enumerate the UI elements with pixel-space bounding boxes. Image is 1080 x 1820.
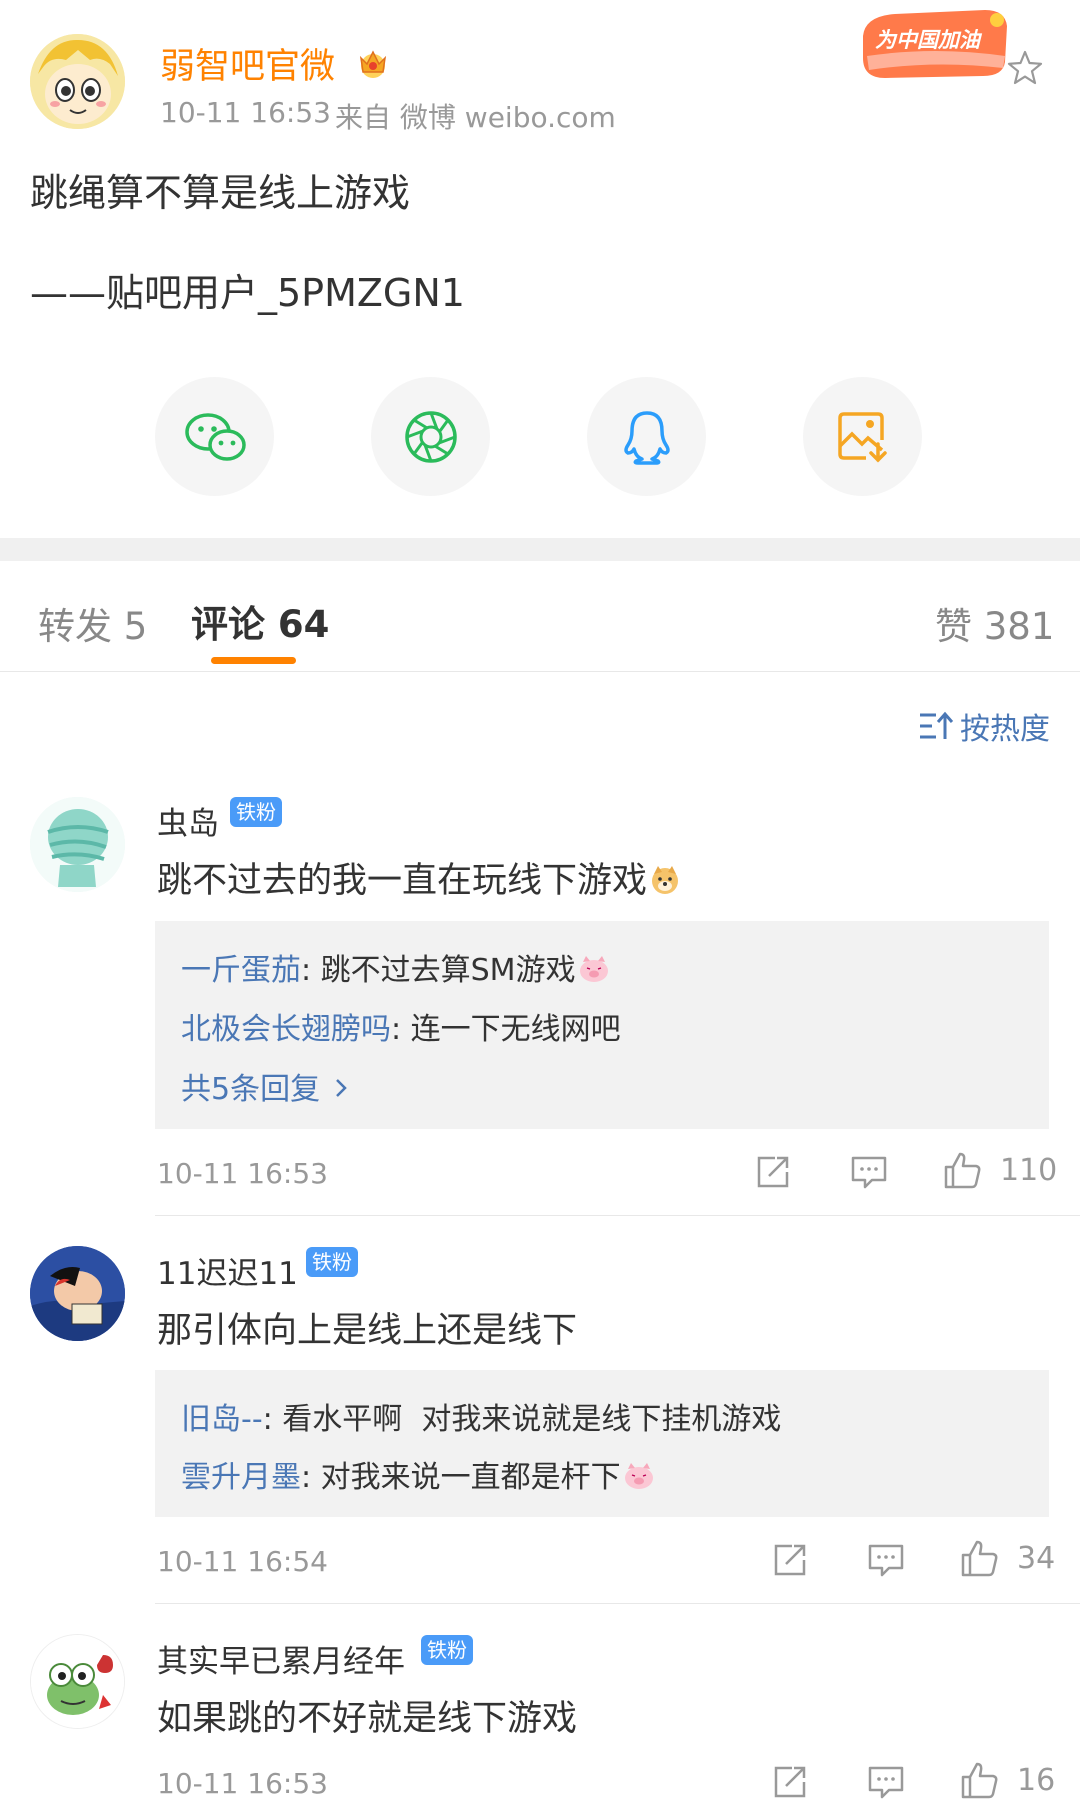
reply-comment-button[interactable] bbox=[867, 1542, 905, 1582]
author-name[interactable]: 弱智吧官微 bbox=[160, 38, 335, 89]
post-text-line1: 跳绳算不算是线上游戏 bbox=[30, 171, 411, 215]
comment-text: 那引体向上是线上还是线下 bbox=[157, 1311, 578, 1351]
cheer-banner[interactable]: 为中国加油 bbox=[855, 6, 1015, 84]
repost-comment-button[interactable] bbox=[772, 1542, 808, 1582]
reply-comment-button[interactable] bbox=[867, 1764, 905, 1804]
like-comment-button[interactable]: 34 bbox=[959, 1538, 1055, 1578]
like-count: 16 bbox=[1017, 1762, 1056, 1798]
comment-divider bbox=[155, 1215, 1080, 1216]
wechat-icon bbox=[184, 412, 246, 461]
doge-emoji-icon bbox=[649, 864, 681, 896]
post-source: 来自 微博 weibo.com bbox=[335, 101, 616, 134]
comment-icon bbox=[868, 1766, 904, 1799]
view-more-replies-link[interactable]: 共5条回复 bbox=[181, 1064, 348, 1108]
post-time: 10-11 16:53 bbox=[160, 96, 331, 129]
comment-text: 如果跳的不好就是线下游戏 bbox=[157, 1699, 578, 1739]
tab-reposts[interactable]: 转发 5 bbox=[38, 596, 147, 650]
moments-icon bbox=[404, 410, 457, 463]
author-avatar[interactable] bbox=[30, 34, 125, 129]
section-separator bbox=[0, 538, 1080, 561]
fan-badge: 铁粉 bbox=[306, 1247, 358, 1277]
vip-crown-icon bbox=[355, 44, 391, 80]
reply-item[interactable]: 雲升月墨: 对我来说一直都是杆下 bbox=[181, 1452, 655, 1496]
favorite-star-icon[interactable] bbox=[1005, 48, 1045, 88]
share-wechat-button[interactable] bbox=[155, 377, 274, 496]
reply-item[interactable]: 北极会长翅膀吗: 连一下无线网吧 bbox=[181, 1004, 621, 1048]
comment-icon bbox=[868, 1544, 904, 1577]
tabs-divider bbox=[0, 671, 1080, 672]
reply-author[interactable]: 旧岛-- bbox=[181, 1402, 263, 1437]
comment-time: 10-11 16:53 bbox=[157, 1157, 328, 1190]
repost-icon bbox=[757, 1156, 789, 1188]
save-image-button[interactable] bbox=[803, 377, 922, 496]
qq-icon bbox=[623, 410, 670, 465]
save-image-icon bbox=[837, 411, 887, 462]
post-text-line2: ——贴吧用户_5PMZGN1 bbox=[30, 271, 465, 315]
reply-item[interactable]: 旧岛--: 看水平啊 对我来说就是线下挂机游戏 bbox=[181, 1394, 781, 1438]
share-moments-button[interactable] bbox=[371, 377, 490, 496]
pig-emoji-icon bbox=[623, 1461, 655, 1491]
sort-button[interactable]: 按热度 bbox=[918, 706, 1050, 747]
reply-author[interactable]: 雲升月墨 bbox=[181, 1460, 301, 1495]
reply-author[interactable]: 北极会长翅膀吗 bbox=[181, 1012, 391, 1047]
thumbs-up-icon bbox=[944, 1152, 981, 1189]
reply-comment-button[interactable] bbox=[850, 1154, 888, 1194]
share-qq-button[interactable] bbox=[587, 377, 706, 496]
comment-time: 10-11 16:53 bbox=[157, 1767, 328, 1800]
repost-comment-button[interactable] bbox=[755, 1154, 791, 1194]
commenter-name[interactable]: 其实早已累月经年 bbox=[157, 1636, 405, 1681]
commenter-avatar[interactable] bbox=[30, 797, 125, 892]
thumbs-up-icon bbox=[961, 1540, 998, 1577]
comment-divider bbox=[155, 1603, 1080, 1604]
repost-icon bbox=[774, 1544, 806, 1576]
tab-likes[interactable]: 赞 381 bbox=[935, 596, 1054, 650]
commenter-avatar[interactable] bbox=[30, 1634, 125, 1729]
reply-item[interactable]: 一斤蛋茄: 跳不过去算SM游戏 bbox=[181, 945, 610, 989]
fan-badge: 铁粉 bbox=[230, 797, 282, 827]
tab-comments[interactable]: 评论 64 bbox=[191, 594, 329, 648]
like-count: 34 bbox=[1017, 1540, 1056, 1576]
like-comment-button[interactable]: 16 bbox=[959, 1760, 1055, 1800]
reply-author[interactable]: 一斤蛋茄 bbox=[181, 953, 301, 988]
chevron-right-icon bbox=[334, 1072, 348, 1107]
cheer-banner-text: 为中国加油 bbox=[875, 28, 980, 52]
weibo-post-page: 弱智吧官微 10-11 16:53 来自 微博 weibo.com 为中国加油 … bbox=[0, 0, 1080, 1820]
commenter-name[interactable]: 11迟迟11 bbox=[157, 1248, 298, 1293]
like-count: 110 bbox=[1000, 1152, 1058, 1188]
comment-text: 跳不过去的我一直在玩线下游戏 bbox=[157, 852, 681, 903]
fan-badge: 铁粉 bbox=[421, 1635, 473, 1665]
pig-emoji-icon bbox=[578, 954, 610, 984]
sort-icon bbox=[920, 711, 954, 739]
repost-icon bbox=[774, 1766, 806, 1798]
thumbs-up-icon bbox=[961, 1762, 998, 1799]
like-comment-button[interactable]: 110 bbox=[942, 1150, 1057, 1190]
commenter-avatar[interactable] bbox=[30, 1246, 125, 1341]
comment-time: 10-11 16:54 bbox=[157, 1545, 328, 1578]
comment-icon bbox=[851, 1156, 887, 1189]
commenter-name[interactable]: 虫岛 bbox=[157, 798, 219, 843]
sort-label: 按热度 bbox=[960, 712, 1050, 747]
repost-comment-button[interactable] bbox=[772, 1764, 808, 1804]
active-tab-indicator bbox=[211, 657, 296, 664]
